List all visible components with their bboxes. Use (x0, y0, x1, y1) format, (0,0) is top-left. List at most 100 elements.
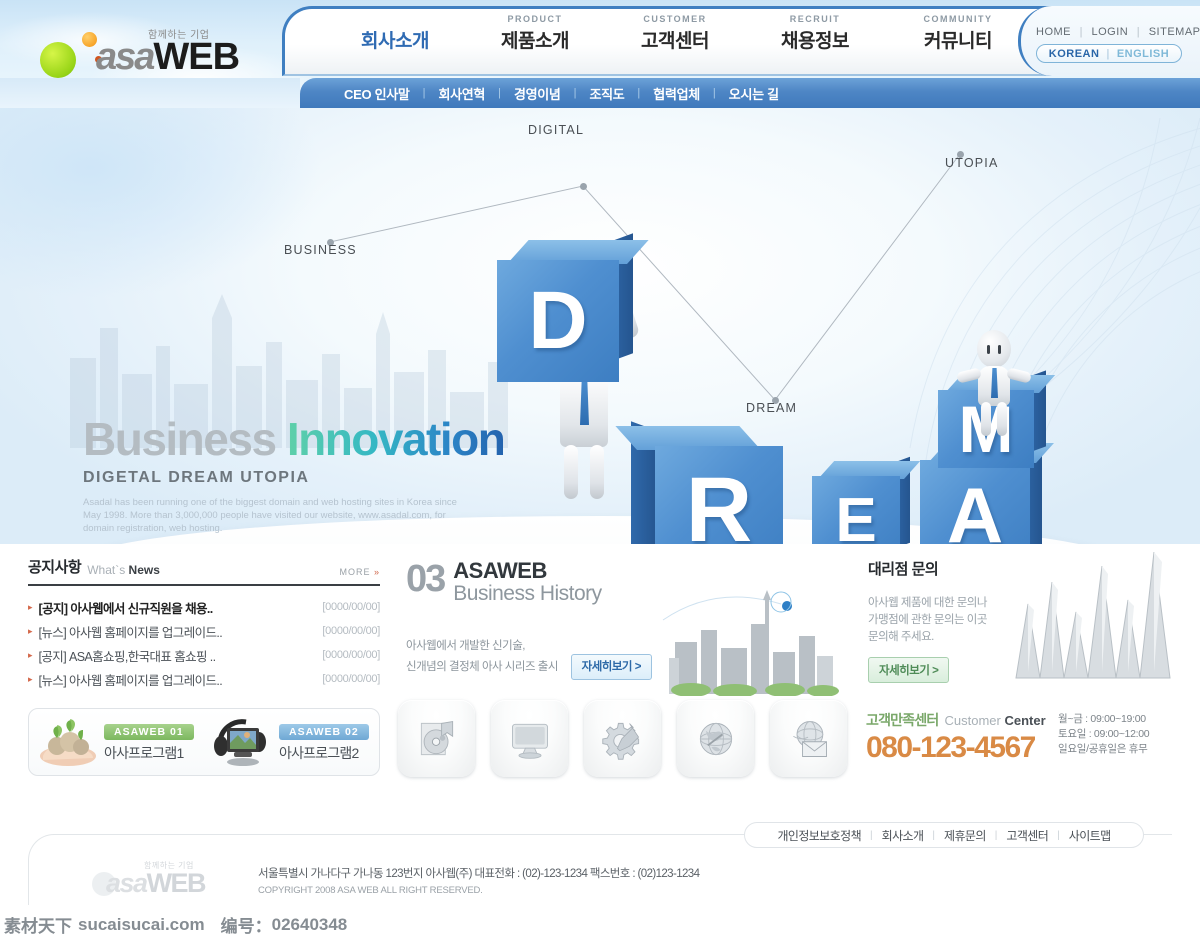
news-panel: 공지사항 What`s News MORE » ▸ [공지] 아사웹에서 신규직… (28, 556, 380, 691)
monitor-icon[interactable] (491, 700, 568, 777)
globe-mail-icon[interactable] (770, 700, 847, 777)
news-list-item[interactable]: ▸ [공지] ASA홈쇼핑,한국대표 홈쇼핑 .. [0000/00/00] (28, 643, 380, 667)
news-header: 공지사항 What`s News MORE » (28, 556, 380, 586)
subnav-sep-2: | (498, 87, 501, 99)
globe-icon[interactable] (677, 700, 754, 777)
footer-link-partnership[interactable]: 제휴문의 (944, 827, 986, 844)
utility-link-login[interactable]: LOGIN (1091, 26, 1128, 38)
nav-item-recruit-label: 채용정보 (781, 31, 849, 52)
footer-logo-light: asa (106, 868, 148, 898)
language-switcher[interactable]: KOREAN | ENGLISH (1036, 44, 1182, 63)
subnav-item-history[interactable]: 회사연혁 (438, 84, 485, 103)
node-digital-icon (580, 183, 587, 190)
nav-item-community[interactable]: COMMUNITY 커뮤니티 (888, 14, 1028, 53)
subnav-sep-4: | (637, 87, 641, 99)
customer-center-title-english: Customer Center (944, 713, 1045, 728)
nav-item-customer[interactable]: CUSTOMER 고객센터 (610, 14, 740, 53)
customer-center-hours-weekday: 월~금 : 09:00~19:00 (1058, 713, 1146, 725)
cube-letter-d-glyph: D (497, 260, 619, 382)
subnav-item-directions[interactable]: 오시는 길 (729, 84, 779, 103)
customer-center-title-korean: 고객만족센터 (866, 712, 939, 728)
news-item-text: [공지] 아사웹에서 신규직원을 채용.. (38, 601, 213, 616)
footer-link-customer-center[interactable]: 고객센터 (1006, 827, 1048, 844)
footer-link-sep-3: | (994, 829, 998, 841)
hero-label-business: BUSINESS (284, 243, 357, 257)
hero-label-digital: DIGITAL (528, 123, 585, 137)
cube-letter-a: A (920, 437, 1055, 544)
subnav-sep-3: | (573, 87, 577, 99)
cube-letter-d: D (497, 233, 649, 382)
logo-wordmark: asaWEB (96, 36, 240, 78)
language-english[interactable]: ENGLISH (1117, 48, 1169, 60)
www-graphic (1015, 552, 1171, 679)
footer-link-bar: 개인정보보호정책 | 회사소개 | 제휴문의 | 고객센터 | 사이트맵 (744, 822, 1144, 848)
customer-center-hours: 월~금 : 09:00~19:00 토요일 : 09:00~12:00 일요일/… (1058, 712, 1150, 757)
cd-media-icon[interactable] (398, 700, 475, 777)
footer-link-privacy[interactable]: 개인정보보호정책 (777, 827, 861, 844)
agency-inquiry-panel: 대리점 문의 아사웹 제품에 대한 문의나 가맹점에 관한 문의는 이곳 문의해… (868, 552, 1178, 683)
agency-desc-line-2: 가맹점에 관한 문의는 이곳 (868, 614, 987, 626)
footer-link-sitemap[interactable]: 사이트맵 (1069, 827, 1111, 844)
cube-letter-a-glyph: A (920, 460, 1030, 544)
history-detail-button[interactable]: 자세히보기 > (570, 654, 652, 680)
mannequin-right-figure (955, 330, 1035, 436)
subnav-item-org-chart[interactable]: 조직도 (589, 84, 624, 103)
history-names: ASAWEB Business History (453, 559, 602, 606)
customer-center-hours-holiday: 일요일/공휴일은 휴무 (1058, 743, 1148, 755)
footer-copyright: COPYRIGHT 2008 ASA WEB ALL RIGHT RESERVE… (258, 885, 483, 896)
footer-link-sep-2: | (932, 829, 935, 841)
utility-link-sitemap[interactable]: SITEMAP (1149, 26, 1200, 38)
language-korean[interactable]: KOREAN (1049, 48, 1100, 60)
banner-02-label: 아사프로그램2 (279, 744, 359, 761)
utility-sep-2: | (1136, 26, 1141, 38)
nav-item-company[interactable]: 회사소개 (330, 14, 460, 53)
news-item-text: [뉴스] 아사웹 홈페이지를 업그레이드.. (38, 625, 223, 640)
banner-01-pill: ASAWEB 01 (104, 723, 194, 740)
news-list-item[interactable]: ▸ [뉴스] 아사웹 홈페이지를 업그레이드.. [0000/00/00] (28, 619, 380, 643)
news-item-date: [0000/00/00] (322, 601, 380, 613)
news-title-english: What`s News (87, 563, 160, 577)
banner-asaweb-02[interactable]: ASAWEB 02 아사프로그램2 (204, 716, 379, 768)
banner-asaweb-01[interactable]: ASAWEB 01 아사프로그램1 (29, 716, 204, 768)
hero-headline-word-1: Business (83, 413, 277, 465)
news-item-text: [뉴스] 아사웹 홈페이지를 업그레이드.. (38, 673, 223, 688)
footer-info: 서울특별시 가나다구 가나동 123번지 아사웹(주) 대표전화 : (02)-… (258, 866, 818, 896)
site-header: 함께하는 기업 asaWEB 회사소개 PRODUCT 제품소개 CUSTOME… (0, 0, 1200, 110)
watermark-brand: 素材天下 (4, 917, 72, 936)
hero-body-text: Asadal has been running one of the bigge… (83, 497, 457, 534)
nav-item-recruit-eng: RECRUIT (789, 14, 841, 24)
footer-address: 서울특별시 가나다구 가나동 123번지 아사웹(주) 대표전화 : (02)-… (258, 868, 700, 880)
nav-item-product[interactable]: PRODUCT 제품소개 (470, 14, 600, 53)
cube-letter-r: R (615, 421, 783, 544)
logo-wordmark-bold: WEB (153, 36, 240, 78)
subnav-item-philosophy[interactable]: 경영이념 (514, 84, 561, 103)
news-list-item[interactable]: ▸ [뉴스] 아사웹 홈페이지를 업그레이드.. [0000/00/00] (28, 667, 380, 691)
hero-label-dream: DREAM (746, 401, 798, 415)
news-more-arrow-icon: » (373, 567, 380, 577)
logo-orange-dot-icon (82, 32, 97, 47)
footer-link-company[interactable]: 회사소개 (882, 827, 924, 844)
agency-detail-button[interactable]: 자세히보기 > (868, 657, 950, 683)
utility-link-home[interactable]: HOME (1036, 26, 1071, 38)
news-title-korean: 공지사항 (28, 559, 82, 576)
news-item-date: [0000/00/00] (322, 673, 380, 685)
footer-link-sep-4: | (1057, 829, 1060, 841)
history-desc-line-1: 아사웹에서 개발한 신기술, (406, 640, 525, 652)
pmp-headphone-icon (212, 716, 274, 768)
nav-item-recruit[interactable]: RECRUIT 채용정보 (750, 14, 880, 53)
nav-item-customer-eng: CUSTOMER (643, 14, 707, 24)
gear-wrench-icon[interactable] (584, 700, 661, 777)
subnav-item-ceo[interactable]: CEO 인사말 (344, 84, 410, 103)
banner-02-pill: ASAWEB 02 (279, 723, 369, 740)
news-more-button[interactable]: MORE » (339, 567, 380, 577)
subnav-item-partners[interactable]: 협력업체 (653, 84, 700, 103)
banner-01-label: 아사프로그램1 (104, 744, 184, 761)
nav-item-community-eng: COMMUNITY (923, 14, 993, 24)
main-content: 공지사항 What`s News MORE » ▸ [공지] 아사웹에서 신규직… (0, 548, 1200, 816)
logo-green-dot-icon (40, 42, 76, 78)
banner-01-texts: ASAWEB 01 아사프로그램1 (104, 722, 194, 763)
news-bullet-icon: ▸ (28, 673, 33, 684)
watermark-site: sucaisucai.com (78, 914, 205, 934)
hero-label-utopia: UTOPIA (945, 156, 999, 170)
news-list-item[interactable]: ▸ [공지] 아사웹에서 신규직원을 채용.. [0000/00/00] (28, 595, 380, 619)
